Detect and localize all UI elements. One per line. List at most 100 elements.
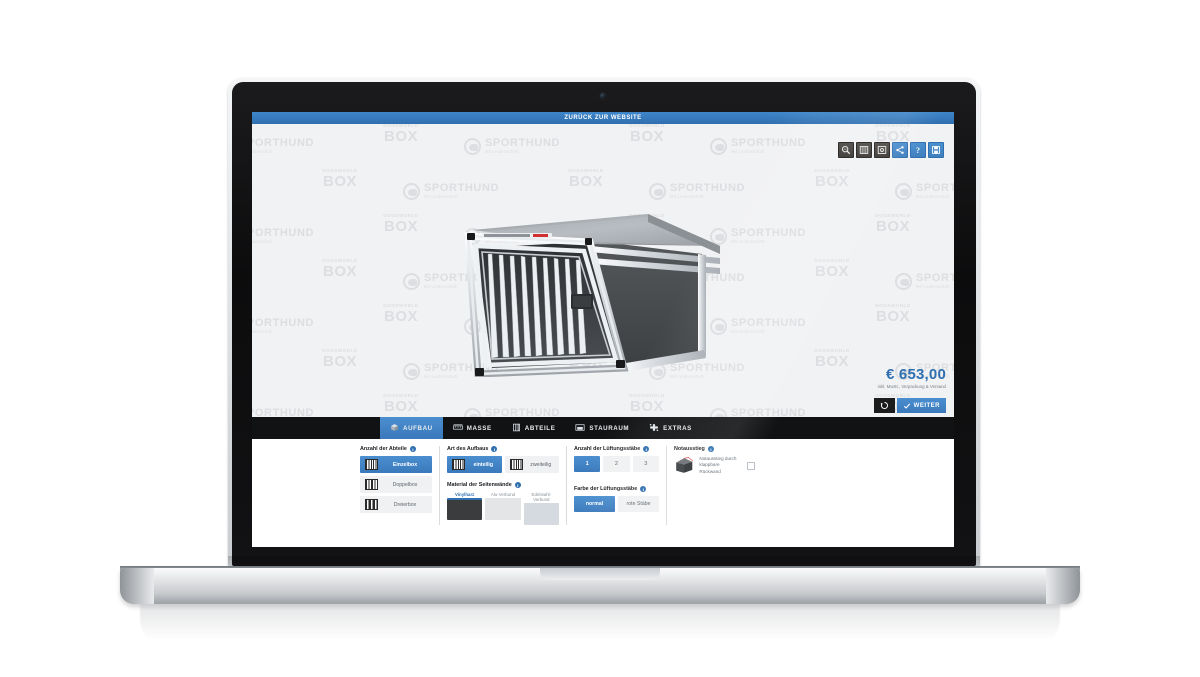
compartment-option-einzelbox[interactable]: Einzelbox xyxy=(360,456,432,473)
laptop-base-left-edge xyxy=(120,568,154,604)
compartment-option-dreierbox[interactable]: Dreierbox xyxy=(360,496,432,513)
help-icon[interactable]: ? xyxy=(910,142,926,158)
folding-rear-wall-icon xyxy=(676,457,694,473)
screenshot-stage: ZURÜCK ZUR WEBSITE SPORTHUNDMit Leidensc… xyxy=(0,0,1200,677)
watermark-sporthund: SPORTHUNDMit Leidenschaft xyxy=(895,169,954,213)
material-swatch-alu-verbund[interactable]: Alu-Verbund xyxy=(485,492,521,525)
group-title: Material der Seitenwände i xyxy=(447,482,559,488)
configurator-app: ZURÜCK ZUR WEBSITE SPORTHUNDMit Leidensc… xyxy=(252,112,954,547)
material-swatch-edelstahl-verbund[interactable]: Edelstahl-Verbund xyxy=(523,492,559,525)
target-icon[interactable] xyxy=(874,142,890,158)
plus-parts-icon xyxy=(649,423,659,434)
step-tabs: AUFBAU MASSE ABTEILE STAURAUM EXTRAS xyxy=(252,417,954,439)
price-note: inkl. MwSt., Verpackung & Versand xyxy=(877,384,946,389)
next-button[interactable]: WEITER xyxy=(896,398,946,413)
material-label: Edelstahl-Verbund xyxy=(531,492,552,502)
laptop-reflection xyxy=(140,604,1060,648)
bar-color-option-rote-st-be[interactable]: rote Stäbe xyxy=(618,496,659,512)
build-type-icon xyxy=(452,459,465,470)
group-title: Anzahl der Lüftungsstäbe i xyxy=(574,446,659,452)
grid-icon xyxy=(512,423,521,434)
build-type-option-einteilig[interactable]: einteilig xyxy=(447,456,502,473)
material-label: Alu-Verbund xyxy=(490,492,516,497)
compartment-option-doppelbox[interactable]: Doppelbox xyxy=(360,476,432,493)
webcam-icon xyxy=(600,93,606,99)
group-title: Anzahl der Abteile i xyxy=(360,446,432,452)
info-icon[interactable]: i xyxy=(409,446,416,452)
tab-abteile[interactable]: ABTEILE xyxy=(502,417,566,439)
watermark-dogsworld-box: DOGSWORLDBOX xyxy=(322,348,358,370)
reset-button[interactable] xyxy=(873,398,895,413)
bar-count-option-3[interactable]: 3 xyxy=(632,456,659,472)
laptop-base-notch xyxy=(540,568,660,580)
watermark-dogsworld-box: DOGSWORLDBOX xyxy=(383,124,419,145)
compartment-option-label: Einzelbox xyxy=(392,461,418,468)
group-title: Notausstieg i xyxy=(674,446,755,452)
option-group-build: Art des Aufbaus i einteilig zweiteilig Ma… xyxy=(439,446,566,525)
emergency-title: Notausstieg xyxy=(674,446,705,452)
material-label: Vinylharz xyxy=(454,492,475,497)
ruler-icon xyxy=(452,423,463,434)
bar-count-option-2[interactable]: 2 xyxy=(603,456,630,472)
compartment-2-icon xyxy=(365,479,378,490)
back-to-website-bar[interactable]: ZURÜCK ZUR WEBSITE xyxy=(252,112,954,124)
watermark-sporthund: SPORTHUNDMit Leidenschaft xyxy=(710,124,830,168)
product-viewer[interactable]: SPORTHUNDMit LeidenschaftDOGSWORLDBOXSPO… xyxy=(252,124,954,417)
emergency-exit-row[interactable]: Notausstieg durch klappbare Rückwand xyxy=(674,456,755,475)
sporthund-logo-icon xyxy=(464,137,481,155)
viewer-toolbar: ? xyxy=(838,142,944,158)
tab-label: ABTEILE xyxy=(524,424,556,432)
tab-stauraum[interactable]: STAURAUM xyxy=(565,417,639,439)
price-block: € 653,00 inkl. MwSt., Verpackung & Versa… xyxy=(878,366,946,389)
sporthund-logo-icon xyxy=(403,362,420,380)
side-material-title: Material der Seitenwände xyxy=(447,482,512,488)
option-group-emergency: Notausstieg i Notausstieg durch klappbar… xyxy=(666,446,762,525)
sporthund-logo-icon xyxy=(403,272,420,290)
back-to-website-label: ZURÜCK ZUR WEBSITE xyxy=(564,115,642,121)
sporthund-logo-icon xyxy=(895,272,912,290)
info-icon[interactable]: i xyxy=(514,482,521,488)
sporthund-logo-icon xyxy=(464,407,481,417)
compartments-title: Anzahl der Abteile xyxy=(360,446,407,452)
build-type-title: Art des Aufbaus xyxy=(447,446,489,452)
sporthund-logo-icon xyxy=(710,137,727,155)
bar-color-title: Farbe der Lüftungsstäbe xyxy=(574,486,638,492)
tab-extras[interactable]: EXTRAS xyxy=(639,417,702,439)
compartment-3-icon xyxy=(365,499,378,510)
info-icon[interactable]: i xyxy=(640,486,647,492)
info-icon[interactable]: i xyxy=(707,446,714,452)
watermark-sporthund: SPORTHUNDMit Leidenschaft xyxy=(252,214,338,258)
watermark-sporthund: SPORTHUNDMit Leidenschaft xyxy=(252,349,277,393)
watermark-dogsworld-box: DOGSWORLDBOX xyxy=(322,258,358,280)
cube-icon xyxy=(390,423,399,434)
emergency-exit-checkbox[interactable] xyxy=(747,461,755,470)
build-type-list: einteilig zweiteilig xyxy=(447,456,559,473)
bars-view-icon[interactable] xyxy=(856,142,872,158)
sporthund-logo-icon xyxy=(403,182,420,200)
watermark-sporthund: SPORTHUNDMit Leidenschaft xyxy=(252,304,338,348)
watermark-sporthund: SPORTHUNDMit Leidenschaft xyxy=(252,394,338,417)
tab-aufbau[interactable]: AUFBAU xyxy=(380,417,443,439)
tab-masse[interactable]: MASSE xyxy=(443,417,502,439)
watermark-dogsworld-box: DOGSWORLDBOX xyxy=(875,213,911,235)
zoom-icon[interactable] xyxy=(838,142,854,158)
info-icon[interactable]: i xyxy=(491,446,498,452)
watermark-sporthund: SPORTHUNDMit Leidenschaft xyxy=(252,124,338,168)
next-button-label: WEITER xyxy=(913,402,940,409)
watermark-dogsworld-box: DOGSWORLDBOX xyxy=(629,124,665,145)
dog-box-3d-render[interactable] xyxy=(434,202,750,378)
bar-count-option-1[interactable]: 1 xyxy=(574,456,601,472)
bar-color-option-normal[interactable]: normal xyxy=(574,496,615,512)
save-icon[interactable] xyxy=(928,142,944,158)
watermark-dogsworld-box: DOGSWORLDBOX xyxy=(814,348,850,370)
share-icon[interactable] xyxy=(892,142,908,158)
material-swatch-vinylharz[interactable]: Vinylharz xyxy=(447,492,483,525)
watermark-dogsworld-box: DOGSWORLDBOX xyxy=(814,258,850,280)
sporthund-logo-icon xyxy=(895,182,912,200)
bar-color-list: normal rote Stäbe xyxy=(574,496,659,512)
group-title: Art des Aufbaus i xyxy=(447,446,559,452)
build-type-option-zweiteilig[interactable]: zweiteilig xyxy=(504,456,559,473)
side-material-list: Vinylharz Alu-Verbund Edelstahl-Verbund xyxy=(447,492,559,525)
sporthund-logo-icon xyxy=(710,407,727,417)
info-icon[interactable]: i xyxy=(643,446,650,452)
